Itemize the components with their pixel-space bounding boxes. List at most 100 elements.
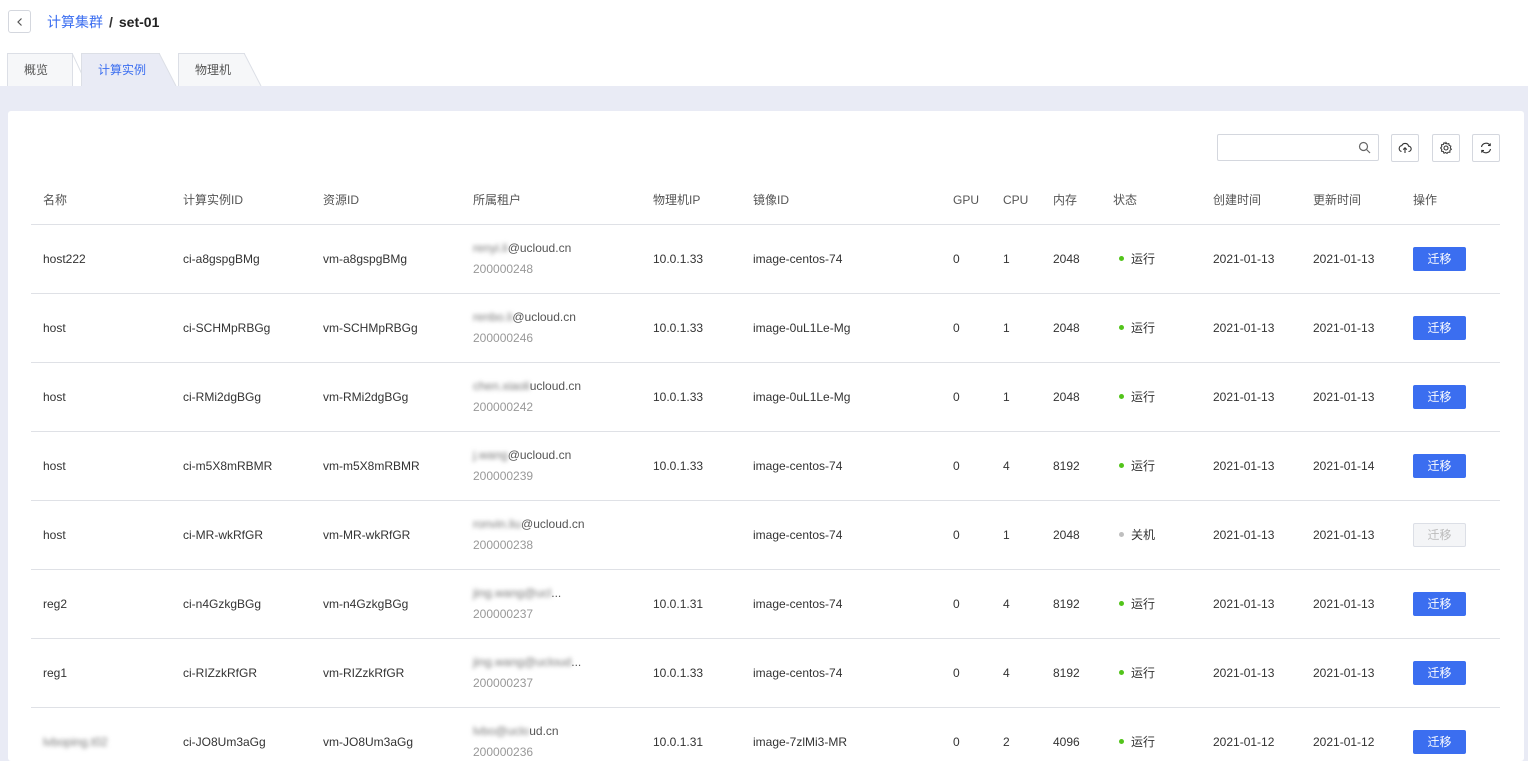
cell-host-ip — [641, 500, 741, 570]
tenant-email-domain: ... — [551, 586, 562, 600]
cell-resource-id: vm-RMi2dgBGg — [311, 362, 461, 432]
cell-actions: 迁移 — [1401, 569, 1500, 639]
migrate-button[interactable]: 迁移 — [1413, 522, 1466, 547]
tenant-email-domain: @ucloud.cn — [507, 448, 572, 462]
cell-created: 2021-01-13 — [1201, 224, 1301, 294]
cell-resource-id: vm-MR-wkRfGR — [311, 500, 461, 570]
tab-instances[interactable]: 计算实例 — [81, 53, 160, 86]
migrate-button[interactable]: 迁移 — [1413, 591, 1466, 616]
status-label: 运行 — [1131, 735, 1156, 749]
tenant-email-masked: renbo.li — [473, 310, 513, 324]
instance-name: reg1 — [43, 665, 68, 680]
migrate-button[interactable]: 迁移 — [1413, 315, 1466, 340]
cell-gpu: 0 — [941, 638, 991, 708]
cell-image-id: image-centos-74 — [741, 431, 941, 501]
tab-overview-label: 概览 — [24, 63, 49, 77]
status-label: 运行 — [1131, 390, 1156, 404]
cell-created: 2021-01-13 — [1201, 293, 1301, 363]
column-header-updated[interactable]: 更新时间 — [1301, 176, 1401, 225]
cell-created: 2021-01-13 — [1201, 500, 1301, 570]
column-header-instance-id[interactable]: 计算实例ID — [171, 176, 311, 225]
refresh-button[interactable] — [1472, 134, 1500, 162]
cell-cpu: 1 — [991, 362, 1041, 432]
cell-image-id: image-7zlMi3-MR — [741, 707, 941, 761]
tab-overview[interactable]: 概览 — [7, 53, 73, 86]
cell-created: 2021-01-13 — [1201, 638, 1301, 708]
cell-actions: 迁移 — [1401, 431, 1500, 501]
instance-table: 名称 计算实例ID 资源ID 所属租户 物理机IP 镜像ID GPU CPU 内… — [31, 176, 1500, 761]
column-header-actions: 操作 — [1401, 176, 1500, 225]
migrate-button[interactable]: 迁移 — [1413, 384, 1466, 409]
cell-status: 运行 — [1101, 293, 1201, 363]
cell-instance-id: ci-n4GzkgBGg — [171, 569, 311, 639]
table-row: host ci-RMi2dgBGg vm-RMi2dgBGg chen.xiaoliu… — [31, 362, 1500, 432]
cell-gpu: 0 — [941, 569, 991, 639]
cell-instance-id: ci-MR-wkRfGR — [171, 500, 311, 570]
column-header-image-id[interactable]: 镜像ID — [741, 176, 941, 225]
table-body: host222 ci-a8gspgBMg vm-a8gspgBMg renyi.li@… — [31, 224, 1500, 761]
tenant-email: jing.wang@ucl... — [473, 586, 641, 600]
instance-name: host — [43, 458, 66, 473]
cell-cpu: 4 — [991, 431, 1041, 501]
column-header-tenant[interactable]: 所属租户 — [461, 176, 641, 225]
search-input[interactable] — [1224, 135, 1354, 160]
refresh-icon — [1480, 142, 1492, 154]
export-button[interactable] — [1391, 134, 1419, 162]
tenant-email-masked: lvbo@uclo — [473, 724, 530, 738]
search-box[interactable] — [1217, 134, 1379, 161]
column-header-host-ip[interactable]: 物理机IP — [641, 176, 741, 225]
cell-name: host — [31, 431, 171, 501]
cell-host-ip: 10.0.1.33 — [641, 224, 741, 294]
status-dot-icon — [1119, 325, 1124, 330]
breadcrumb-parent-link[interactable]: 计算集群 — [47, 12, 103, 32]
tenant-email: jing.wang@ucloud... — [473, 655, 641, 669]
cell-image-id: image-0uL1Le-Mg — [741, 293, 941, 363]
column-header-memory[interactable]: 内存 — [1041, 176, 1101, 225]
tenant-id: 200000248 — [473, 262, 534, 276]
tenant-email-domain: ucloud.cn — [529, 379, 582, 393]
back-button[interactable] — [8, 10, 31, 33]
instance-name: lvboping.t02 — [43, 734, 108, 749]
column-header-cpu[interactable]: CPU — [991, 176, 1041, 225]
status-dot-icon — [1119, 256, 1124, 261]
column-header-status[interactable]: 状态 — [1101, 176, 1201, 225]
column-header-created[interactable]: 创建时间 — [1201, 176, 1301, 225]
chevron-left-icon — [16, 17, 22, 26]
instance-name: host — [43, 389, 66, 404]
migrate-button[interactable]: 迁移 — [1413, 246, 1466, 271]
column-header-gpu[interactable]: GPU — [941, 176, 991, 225]
instance-name: host222 — [43, 251, 86, 266]
cell-updated: 2021-01-13 — [1301, 224, 1401, 294]
cell-instance-id: ci-a8gspgBMg — [171, 224, 311, 294]
cell-tenant: lvbo@ucloud.cn 200000236 — [461, 707, 641, 761]
cell-actions: 迁移 — [1401, 638, 1500, 708]
tenant-email-masked: jing.wang@ucloud — [473, 655, 572, 669]
cell-memory: 4096 — [1041, 707, 1101, 761]
cell-name: reg1 — [31, 638, 171, 708]
tab-bar: 概览 计算实例 物理机 — [0, 53, 1528, 86]
cell-gpu: 0 — [941, 293, 991, 363]
cell-name: lvboping.t02 — [31, 707, 171, 761]
search-icon[interactable] — [1358, 141, 1371, 154]
cell-tenant: jing.wang@ucloud... 200000237 — [461, 638, 641, 708]
cell-gpu: 0 — [941, 431, 991, 501]
tab-hosts[interactable]: 物理机 — [178, 53, 245, 86]
cell-resource-id: vm-RIZzkRfGR — [311, 638, 461, 708]
cell-updated: 2021-01-13 — [1301, 569, 1401, 639]
migrate-button[interactable]: 迁移 — [1413, 453, 1466, 478]
cell-updated: 2021-01-14 — [1301, 431, 1401, 501]
table-row: reg2 ci-n4GzkgBGg vm-n4GzkgBGg jing.wang@uc… — [31, 569, 1500, 639]
cell-status: 关机 — [1101, 500, 1201, 570]
cell-gpu: 0 — [941, 224, 991, 294]
cell-instance-id: ci-RMi2dgBGg — [171, 362, 311, 432]
migrate-button[interactable]: 迁移 — [1413, 729, 1466, 754]
tenant-email: renbo.li@ucloud.cn — [473, 310, 641, 324]
table-row: lvboping.t02 ci-JO8Um3aGg vm-JO8Um3aGg lvbo… — [31, 707, 1500, 761]
status-dot-icon — [1119, 394, 1124, 399]
column-header-resource-id[interactable]: 资源ID — [311, 176, 461, 225]
settings-button[interactable] — [1432, 134, 1460, 162]
column-header-name[interactable]: 名称 — [31, 176, 171, 225]
migrate-button[interactable]: 迁移 — [1413, 660, 1466, 685]
top-bar: 计算集群 / set-01 — [0, 0, 1528, 50]
cell-status: 运行 — [1101, 569, 1201, 639]
